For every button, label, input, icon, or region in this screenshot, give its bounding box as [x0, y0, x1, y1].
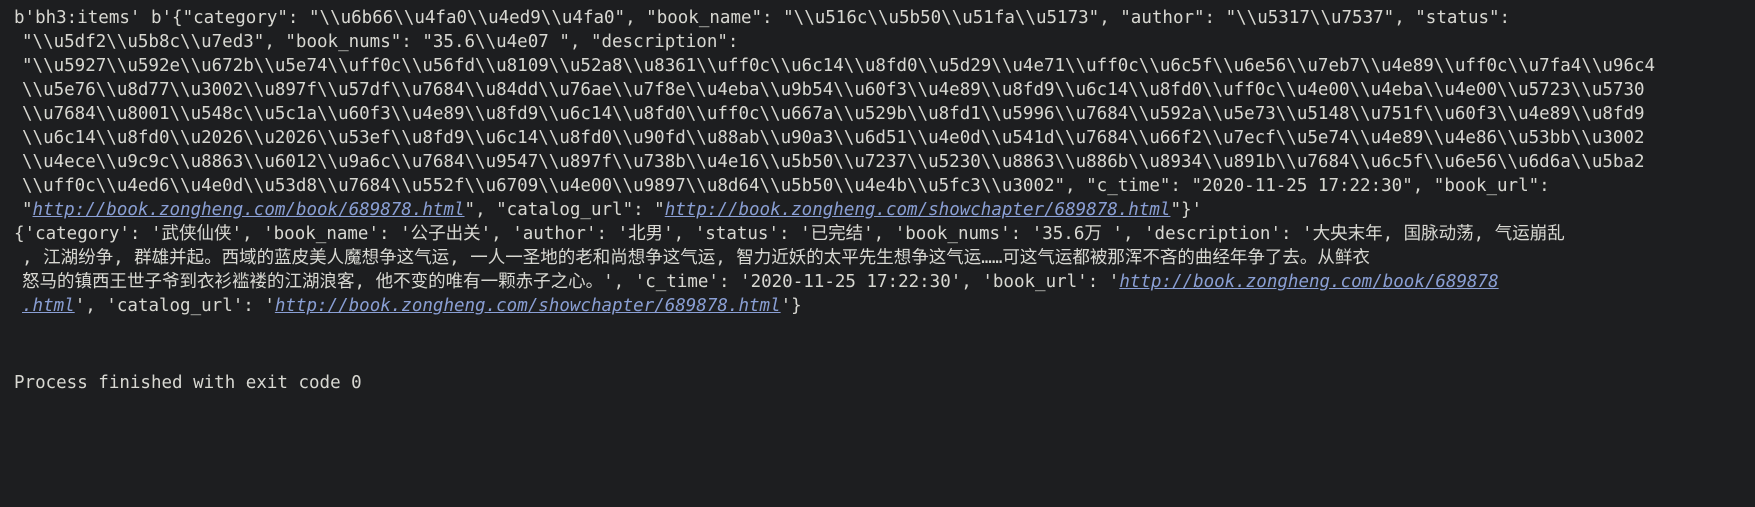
console-line: \\u7684\\u8001\\u548c\\u5c1a\\u60f3\\u4e…	[22, 104, 1645, 124]
book-url-link[interactable]: http://book.zongheng.com/book/689878.htm…	[33, 200, 465, 220]
console-line: "\\u5927\\u592e\\u672b\\u5e74\\uff0c\\u5…	[22, 56, 1656, 76]
console-line: \\u4ece\\u9c9c\\u8863\\u6012\\u9a6c\\u76…	[22, 152, 1645, 172]
console-line: "\\u5df2\\u5b8c\\u7ed3", "book_nums": "3…	[22, 32, 739, 52]
url-separator: ", "catalog_url": "	[464, 200, 665, 220]
dict-book-url-link[interactable]: http://book.zongheng.com/book/689878	[1119, 272, 1498, 292]
console-dict-line: , 江湖纷争, 群雄并起。西域的蓝皮美人魔想争这气运, 一人一圣地的老和尚想争这…	[22, 248, 1370, 268]
console-dict-line: {'category': '武侠仙侠', 'book_name': '公子出关'…	[14, 224, 1565, 244]
dict-url-separator: ', 'catalog_url': '	[74, 296, 275, 316]
process-exit-message: Process finished with exit code 0	[14, 373, 362, 393]
console-line: \\u6c14\\u8fd0\\u2026\\u2026\\u53ef\\u8f…	[22, 128, 1645, 148]
dict-catalog-url-link[interactable]: http://book.zongheng.com/showchapter/689…	[275, 296, 781, 316]
catalog-url-link[interactable]: http://book.zongheng.com/showchapter/689…	[665, 200, 1171, 220]
console-line: \\uff0c\\u4ed6\\u4e0d\\u53d8\\u7684\\u55…	[22, 176, 1550, 196]
dict-closing-brace: '}	[780, 296, 802, 316]
quote-close: "}'	[1170, 200, 1203, 220]
console-line: \\u5e76\\u8d77\\u3002\\u897f\\u57df\\u76…	[22, 80, 1645, 100]
console-dict-line-tail: 怒马的镇西王世子爷到衣衫褴褛的江湖浪客, 他不变的唯有一颗赤子之心。', 'c_…	[0, 270, 1755, 294]
dict-text: 怒马的镇西王世子爷到衣衫褴褛的江湖浪客, 他不变的唯有一颗赤子之心。', 'c_…	[22, 272, 1120, 292]
console-line: b'bh3:items' b'{"category": "\\u6b66\\u4…	[14, 8, 1511, 28]
console-output-panel[interactable]: b'bh3:items' b'{"category": "\\u6b66\\u4…	[0, 0, 1755, 507]
dict-book-url-suffix[interactable]: .html	[22, 296, 75, 316]
quote-open: "	[22, 200, 33, 220]
console-line-urls: "http://book.zongheng.com/book/689878.ht…	[0, 198, 1755, 222]
console-dict-line-urls: .html', 'catalog_url': 'http://book.zong…	[0, 294, 1755, 318]
